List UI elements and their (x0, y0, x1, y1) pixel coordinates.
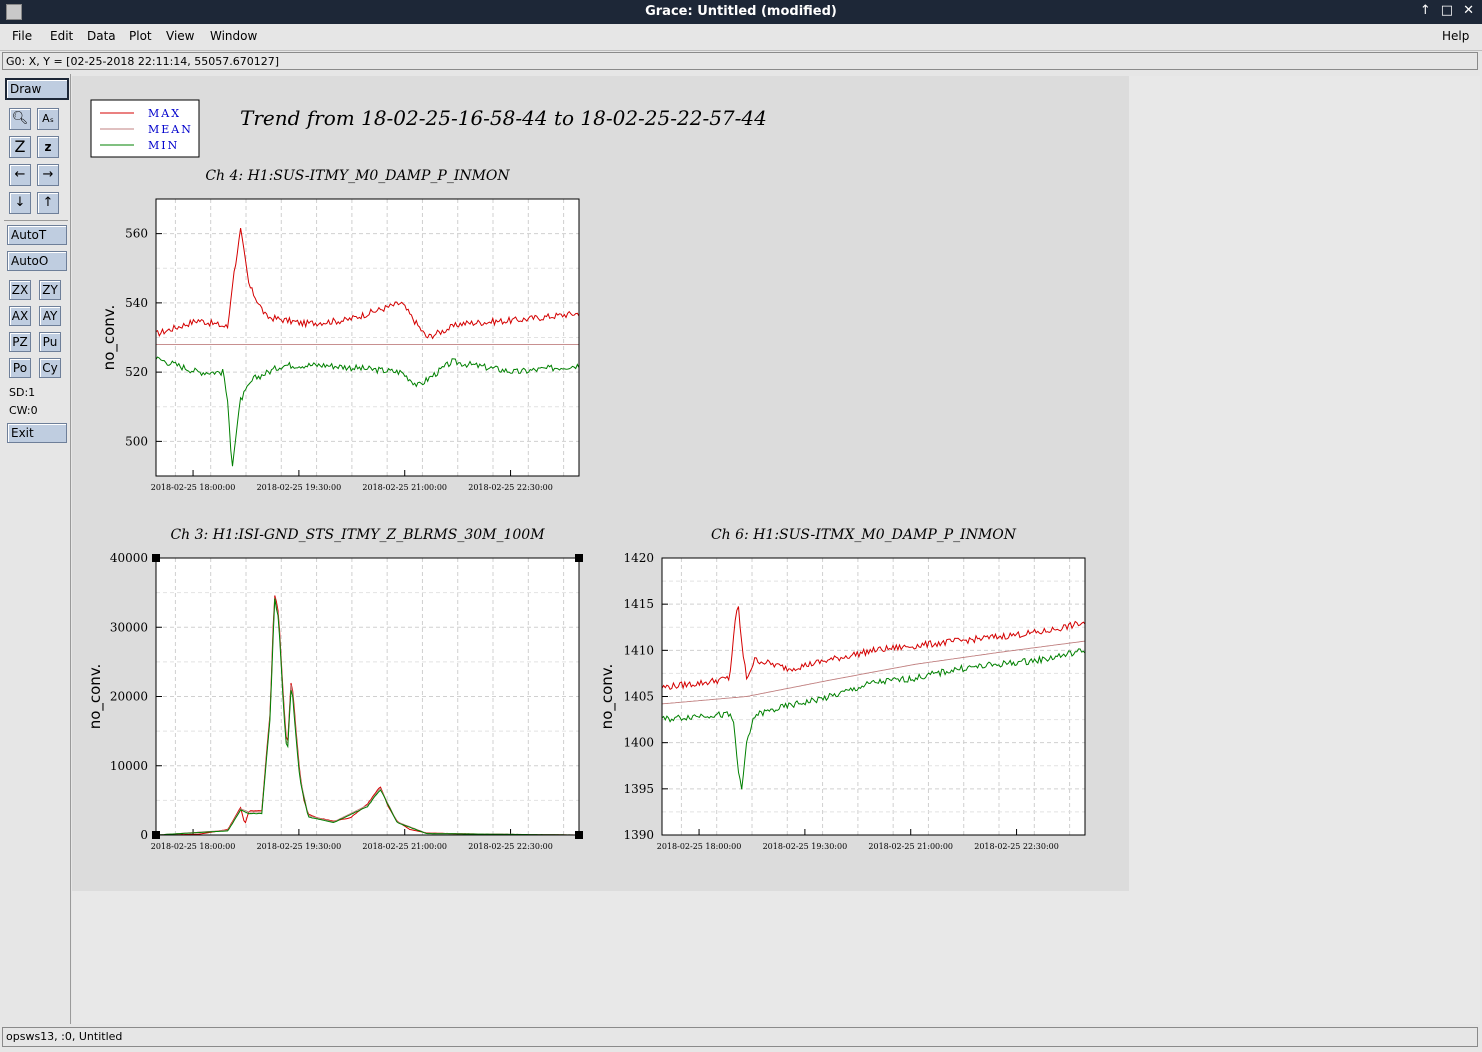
window-maximize-button[interactable]: □ (1441, 3, 1453, 18)
zoom-magnifier-button[interactable]: 🔍︎ (9, 108, 31, 130)
y-tick-label: 1390 (623, 828, 654, 842)
window-close-button[interactable]: ✕ (1463, 3, 1474, 18)
y-tick-label: 1420 (623, 551, 654, 565)
chart-ch6[interactable]: 1390 1395 1400 1405 1410 1415 1420 2018-02-25 1… (598, 527, 1086, 851)
x-tick-label: 2018-02-25 22:30:00 (468, 842, 553, 851)
chart-title: Ch 3: H1:ISI-GND_STS_ITMY_Z_BLRMS_30M_10… (170, 527, 545, 543)
y-tick-label: 20000 (110, 690, 148, 704)
chart-title: Ch 6: H1:SUS-ITMX_M0_DAMP_P_INMON (711, 527, 1017, 543)
po-button[interactable]: Po (9, 358, 31, 378)
zoom-y-button[interactable]: z (37, 136, 59, 158)
scroll-down-button[interactable]: ↓ (9, 192, 31, 214)
x-tick-label: 2018-02-25 18:00:00 (657, 842, 742, 851)
legend-label-mean: MEAN (148, 123, 193, 136)
autot-button[interactable]: AutoT (7, 225, 67, 245)
x-tick-label: 2018-02-25 22:30:00 (468, 483, 553, 492)
toolbar-divider (4, 220, 68, 221)
set-depth-readout: SD:1 (9, 386, 36, 399)
autoo-button[interactable]: AutoO (7, 251, 67, 271)
arrow-up-icon: ↑ (42, 195, 54, 210)
scroll-left-button[interactable]: ← (9, 164, 31, 186)
current-world-readout: CW:0 (9, 404, 38, 417)
pz-button[interactable]: PZ (9, 332, 31, 352)
left-toolbar: Draw 🔍︎ Aₛ Z z ← → ↓ ↑ AutoT AutoO ZX ZY… (2, 74, 71, 1024)
menu-plot[interactable]: Plot (129, 29, 152, 43)
y-tick-label: 0 (140, 828, 148, 842)
legend-label-max: MAX (148, 107, 181, 120)
chart-title: Ch 4: H1:SUS-ITMY_M0_DAMP_P_INMON (205, 168, 510, 184)
menu-help[interactable]: Help (1442, 29, 1469, 43)
pu-button[interactable]: Pu (39, 332, 61, 352)
zoom-x-button[interactable]: Z (9, 136, 31, 158)
y-tick-label: 540 (125, 296, 148, 310)
x-tick-label: 2018-02-25 19:30:00 (257, 842, 342, 851)
x-tick-label: 2018-02-25 19:30:00 (257, 483, 342, 492)
y-tick-label: 500 (125, 434, 148, 448)
menu-data[interactable]: Data (87, 29, 116, 43)
menu-window[interactable]: Window (210, 29, 257, 43)
arrow-right-icon: → (42, 167, 54, 182)
exit-button[interactable]: Exit (7, 423, 67, 443)
y-tick-label: 40000 (110, 551, 148, 565)
zoom-z-large-icon: Z (14, 137, 26, 156)
x-tick-label: 2018-02-25 19:30:00 (763, 842, 848, 851)
ax-button[interactable]: AX (9, 306, 31, 326)
zoom-z-small-icon: z (44, 140, 52, 154)
autoscale-icon: Aₛ (42, 112, 54, 125)
window-title: Grace: Untitled (modified) (645, 4, 837, 19)
y-axis-label: no_conv. (598, 664, 617, 730)
selection-handle[interactable] (152, 554, 160, 562)
y-tick-label: 1395 (623, 782, 654, 796)
ay-button[interactable]: AY (39, 306, 61, 326)
status-bar: opsws13, :0, Untitled (2, 1027, 1478, 1047)
y-tick-label: 1410 (623, 643, 654, 657)
plot-canvas[interactable]: MAX MEAN MIN Trend from 18-02-25-16-58-4… (72, 76, 1129, 891)
y-tick-label: 30000 (110, 620, 148, 634)
y-tick-label: 560 (125, 227, 148, 241)
zx-button[interactable]: ZX (9, 280, 31, 300)
menu-file[interactable]: File (12, 29, 32, 43)
legend[interactable]: MAX MEAN MIN (90, 99, 200, 158)
window-up-button[interactable]: ↑ (1420, 3, 1431, 18)
graph-page[interactable]: MAX MEAN MIN Trend from 18-02-25-16-58-4… (72, 76, 1129, 891)
x-tick-label: 2018-02-25 21:00:00 (868, 842, 953, 851)
scroll-up-button[interactable]: ↑ (37, 192, 59, 214)
magnifier-icon: 🔍︎ (11, 111, 29, 126)
selection-handle[interactable] (575, 831, 583, 839)
x-tick-label: 2018-02-25 21:00:00 (362, 483, 447, 492)
chart-ch3[interactable]: 0 10000 20000 30000 40000 2018-02-25 18:00:00… (86, 527, 583, 851)
selection-handle[interactable] (152, 831, 160, 839)
autoscale-button[interactable]: Aₛ (37, 108, 59, 130)
scroll-right-button[interactable]: → (37, 164, 59, 186)
y-axis-label: no_conv. (86, 664, 105, 730)
selection-handle[interactable] (575, 554, 583, 562)
x-tick-label: 2018-02-25 21:00:00 (362, 842, 447, 851)
y-tick-label: 1405 (623, 690, 654, 704)
x-tick-label: 2018-02-25 22:30:00 (974, 842, 1059, 851)
menu-edit[interactable]: Edit (50, 29, 73, 43)
page-title: Trend from 18-02-25-16-58-44 to 18-02-25… (240, 106, 767, 130)
zy-button[interactable]: ZY (39, 280, 61, 300)
arrow-down-icon: ↓ (14, 195, 26, 210)
title-bar: Grace: Untitled (modified) ↑ □ ✕ (0, 0, 1482, 24)
y-tick-label: 10000 (110, 759, 148, 773)
y-tick-label: 1415 (623, 597, 654, 611)
arrow-left-icon: ← (14, 167, 26, 182)
draw-button[interactable]: Draw (5, 78, 69, 100)
cy-button[interactable]: Cy (39, 358, 61, 378)
x-tick-label: 2018-02-25 18:00:00 (151, 842, 236, 851)
y-axis-label: no_conv. (100, 305, 119, 371)
y-tick-label: 520 (125, 365, 148, 379)
menu-bar: File Edit Data Plot View Window Help (0, 24, 1482, 51)
chart-ch4[interactable]: 500 520 540 560 2018-02-25 18:00:00 2018-02-2… (100, 168, 580, 492)
x-tick-label: 2018-02-25 18:00:00 (151, 483, 236, 492)
y-tick-label: 1400 (623, 736, 654, 750)
locator-readout: G0: X, Y = [02-25-2018 22:11:14, 55057.6… (2, 52, 1478, 70)
legend-label-min: MIN (148, 139, 179, 152)
menu-view[interactable]: View (166, 29, 194, 43)
